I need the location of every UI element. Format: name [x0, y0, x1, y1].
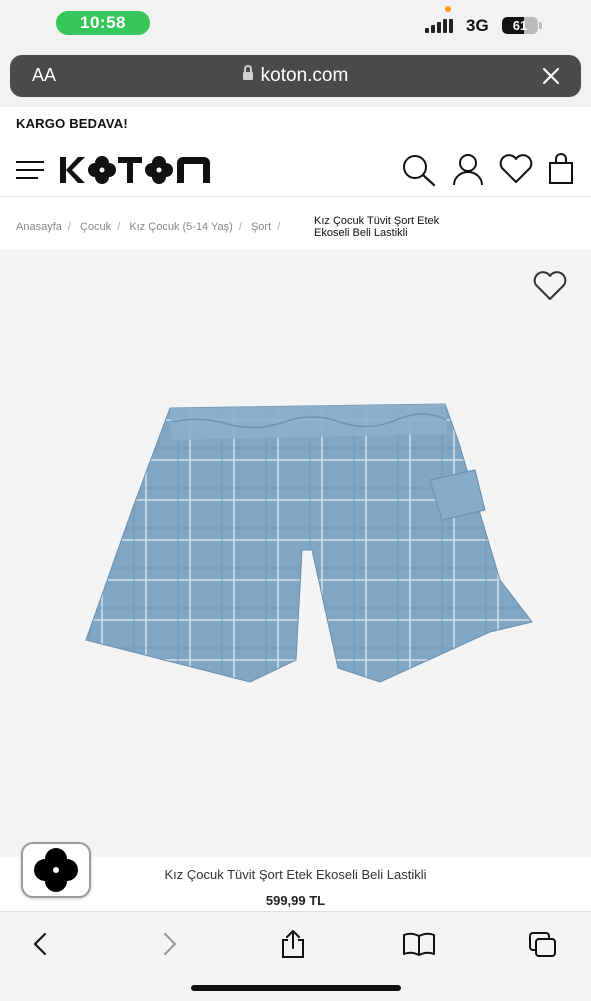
- breadcrumb-item-kiz-cocuk[interactable]: Kız Çocuk (5-14 Yaş): [129, 221, 233, 233]
- browser-address-area: AA koton.com: [0, 50, 591, 107]
- product-image: [85, 403, 533, 683]
- add-to-favorites-icon[interactable]: [530, 270, 570, 302]
- share-icon[interactable]: [278, 929, 308, 959]
- breadcrumb-current: Kız Çocuk Tüvit Şort Etek Ekoseli Beli L…: [314, 215, 440, 239]
- battery-icon: 61: [502, 17, 538, 34]
- lock-icon: [242, 65, 253, 80]
- site-header: [0, 140, 591, 196]
- promo-banner[interactable]: KARGO BEDAVA!: [16, 116, 128, 131]
- koton-logo[interactable]: [60, 154, 216, 186]
- breadcrumb-separator: /: [67, 221, 71, 233]
- url-text: koton.com: [260, 65, 349, 86]
- cart-icon[interactable]: [547, 153, 575, 185]
- sticky-product-name: Kız Çocuk Tüvit Şort Etek Ekoseli Beli L…: [164, 867, 427, 882]
- battery-percent: 61: [512, 18, 528, 33]
- battery-cap: [539, 22, 542, 29]
- tabs-icon[interactable]: [528, 929, 558, 959]
- favorites-icon[interactable]: [498, 153, 534, 185]
- breadcrumb-item-home[interactable]: Anasayfa: [16, 221, 62, 233]
- menu-icon[interactable]: [16, 161, 44, 179]
- breadcrumb-separator: /: [238, 221, 242, 233]
- close-icon[interactable]: [541, 66, 561, 86]
- breadcrumb: Anasayfa / Çocuk / Kız Çocuk (5-14 Yaş) / Ş…: [16, 221, 286, 233]
- status-bar: 10:58 3G 61: [0, 0, 591, 50]
- header-divider: [0, 196, 591, 197]
- breadcrumb-item-sort[interactable]: Şort: [251, 221, 271, 233]
- address-bar[interactable]: AA koton.com: [10, 55, 581, 97]
- privacy-indicator-dot: [445, 6, 451, 12]
- breadcrumb-separator: /: [117, 221, 121, 233]
- forward-icon[interactable]: [154, 929, 184, 959]
- home-indicator: [191, 985, 401, 991]
- breadcrumb-separator: /: [277, 221, 281, 233]
- back-icon[interactable]: [26, 929, 56, 959]
- network-type: 3G: [466, 16, 489, 35]
- sticky-product-price: 599,99 TL: [265, 893, 326, 908]
- url-field[interactable]: koton.com: [10, 65, 581, 87]
- search-icon[interactable]: [400, 153, 438, 187]
- status-time: 10:58: [56, 11, 150, 35]
- account-icon[interactable]: [452, 153, 484, 187]
- breadcrumb-item-cocuk[interactable]: Çocuk: [80, 221, 111, 233]
- bookmarks-icon[interactable]: [402, 929, 436, 959]
